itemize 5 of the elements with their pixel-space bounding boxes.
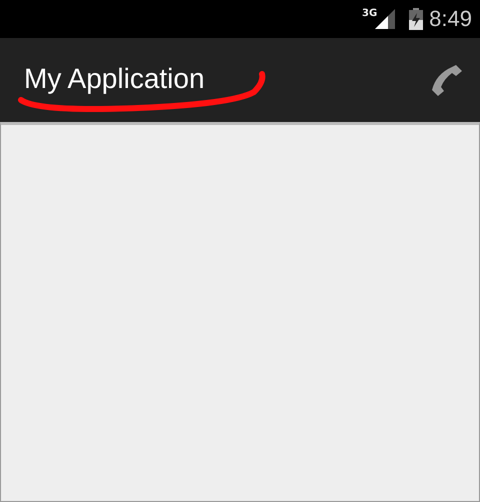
app-title: My Application xyxy=(24,63,205,95)
network-type: 3G xyxy=(362,8,378,19)
clock: 8:49 xyxy=(429,6,472,32)
battery-icon xyxy=(409,8,424,30)
signal-icon xyxy=(375,9,396,29)
